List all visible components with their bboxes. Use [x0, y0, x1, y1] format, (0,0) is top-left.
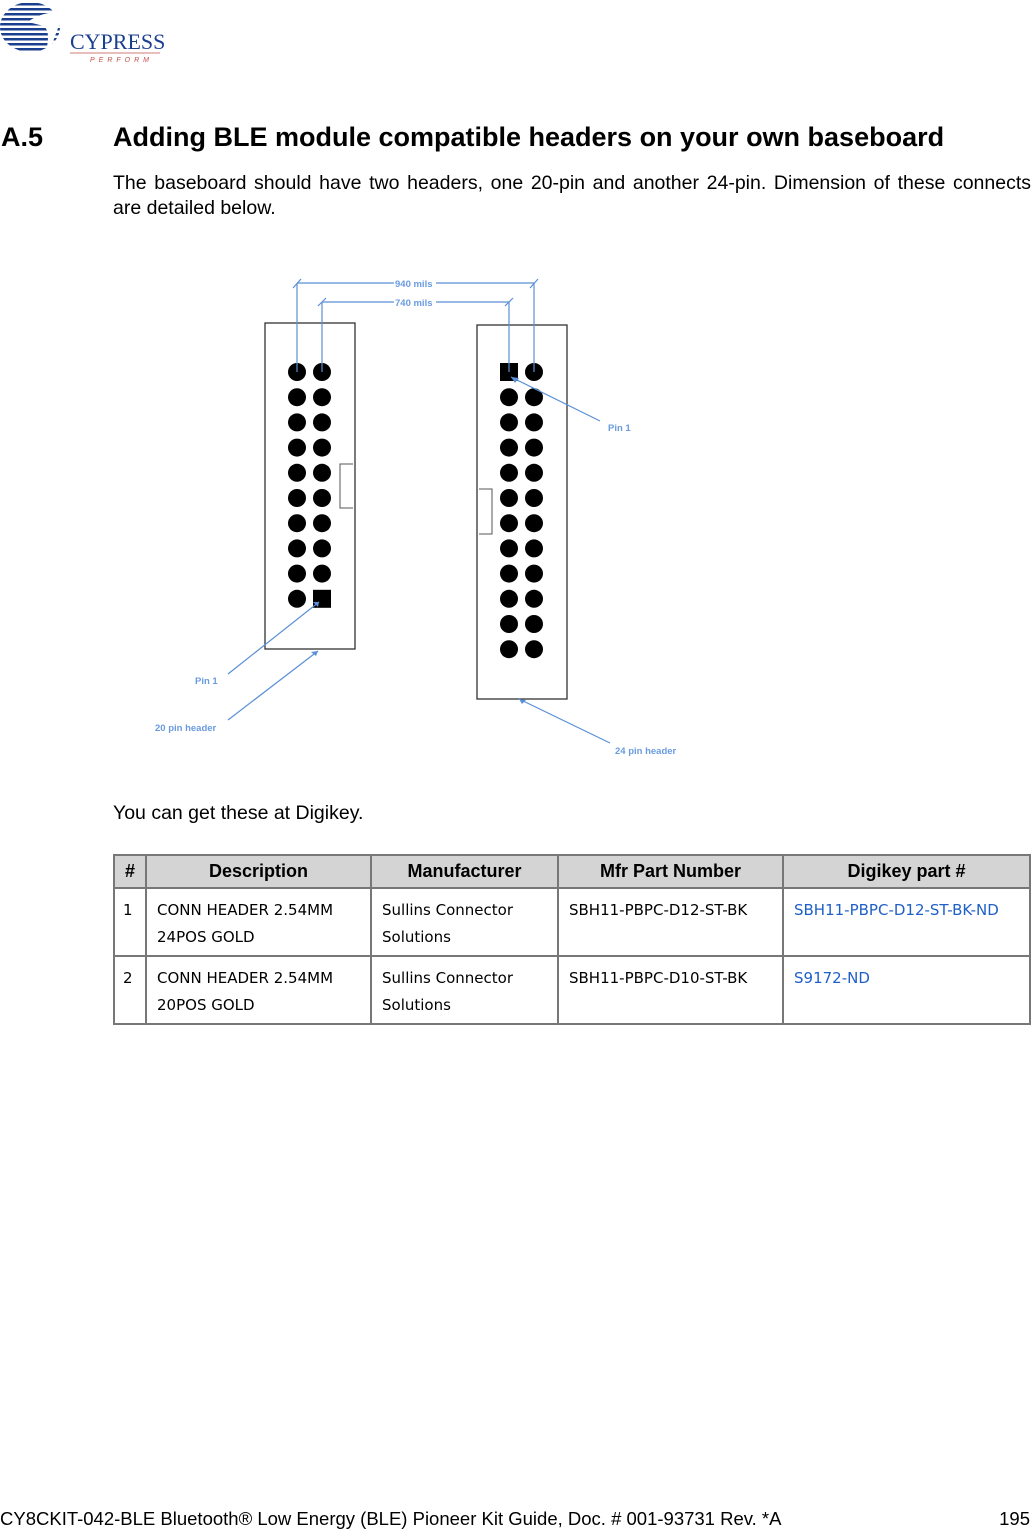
header-24-label: 24 pin header — [615, 746, 677, 757]
pin-pad — [500, 564, 518, 583]
header-20-outline — [264, 322, 356, 650]
pin-pad — [500, 539, 518, 558]
col-header: # — [113, 854, 147, 889]
pin-pad — [313, 438, 331, 457]
pin-pad — [313, 564, 331, 583]
header-20-key-notch — [339, 463, 353, 509]
pin-pad — [288, 589, 306, 608]
pin-pad — [525, 564, 543, 583]
pin-pad — [313, 514, 331, 533]
table-row: 2 CONN HEADER 2.54MM 20POS GOLD Sullins C… — [113, 955, 1031, 1025]
dim-740-label: 740 mils — [395, 298, 433, 309]
pin-pad — [500, 438, 518, 457]
parts-table: # Description Manufacturer Mfr Part Numb… — [113, 854, 1031, 1025]
pin-pad — [288, 388, 306, 407]
page-number: 195 — [999, 1508, 1030, 1529]
col-header: Description — [145, 854, 372, 889]
pin-pad — [525, 413, 543, 432]
col-header: Mfr Part Number — [557, 854, 784, 889]
header-24-outline — [476, 324, 568, 700]
pin1-right-label: Pin 1 — [608, 423, 631, 434]
header-20-leader — [227, 650, 319, 721]
pin-pad — [313, 489, 331, 507]
digikey-link[interactable]: SBH11-PBPC-D12-ST-BK-ND — [794, 901, 999, 919]
col-header: Manufacturer — [370, 854, 559, 889]
pin-pad — [500, 640, 518, 659]
pin-pad — [313, 463, 331, 482]
table-header-row: # Description Manufacturer Mfr Part Numb… — [113, 854, 1031, 889]
pin-pad — [500, 615, 518, 633]
pin-pad — [525, 640, 543, 659]
document-page: CYPRESS PERFORM A.5 Adding BLE module co… — [0, 0, 1031, 1530]
header-20-label: 20 pin header — [155, 723, 217, 734]
digikey-link[interactable]: S9172-ND — [794, 969, 870, 987]
pin-pad — [288, 463, 306, 482]
pin-pad — [288, 514, 306, 533]
pin-pad — [525, 463, 543, 482]
pin-pad — [525, 489, 543, 507]
pin-pad — [500, 463, 518, 482]
pin-pad — [500, 514, 518, 533]
pin-pad — [288, 413, 306, 432]
col-header: Digikey part # — [782, 854, 1031, 889]
pin-pad — [313, 388, 331, 407]
pin-pad — [525, 615, 543, 633]
pin-pad — [288, 539, 306, 558]
pin-pad — [525, 438, 543, 457]
pin-pad — [288, 489, 306, 507]
pin1-left-label: Pin 1 — [195, 676, 218, 687]
pin1-left-leader — [227, 601, 320, 675]
dim-940-label: 940 mils — [395, 279, 433, 290]
header-24-leader — [518, 698, 611, 744]
pin-pad — [500, 413, 518, 432]
pin-pad — [313, 413, 331, 432]
header-dimension-diagram: 940 mils 740 mils Pin 1 Pin 1 20 pin hea… — [155, 277, 677, 757]
pin-pad — [500, 589, 518, 608]
pin1-right-leader — [510, 376, 601, 422]
table-row: 1 CONN HEADER 2.54MM 24POS GOLD Sullins C… — [113, 887, 1031, 957]
footer-doc-title: CY8CKIT-042-BLE Bluetooth® Low Energy (B… — [0, 1508, 782, 1529]
pin-pad — [288, 438, 306, 457]
pin-pad — [525, 514, 543, 533]
pin-pad — [500, 489, 518, 507]
header-24-key-notch — [479, 488, 493, 535]
pin-pad — [288, 564, 306, 583]
pin-pad — [500, 388, 518, 407]
pin-pad — [525, 589, 543, 608]
digikey-note: You can get these at Digikey. — [113, 802, 364, 824]
pin-pad — [525, 539, 543, 558]
pin-pad — [313, 539, 331, 558]
